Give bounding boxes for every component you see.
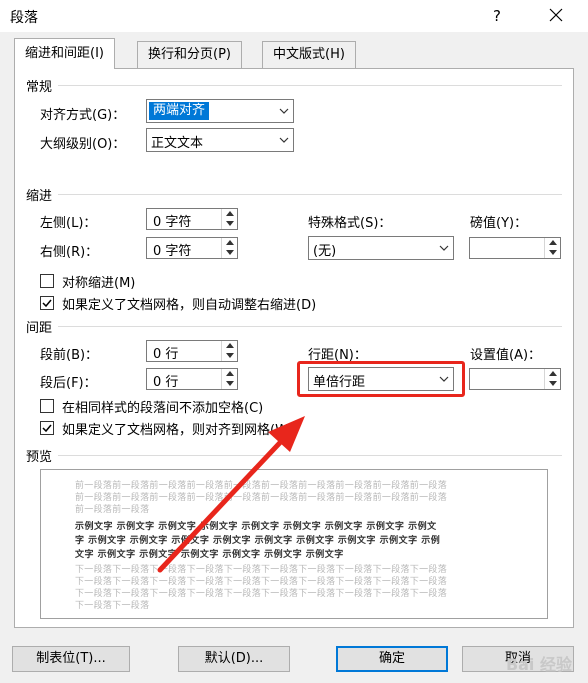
auto-adjust-indent-checkbox[interactable] [40,296,54,310]
space-before-down[interactable] [222,351,237,361]
preview-prev-line: 前一段落前一段落 [75,505,150,515]
outline-level-value: 正文文本 [151,136,204,151]
alignment-dropdown-arrow[interactable] [273,100,293,122]
tab-asian-typography[interactable]: 中文版式(H) [262,41,356,68]
indent-by-spinner[interactable] [469,237,561,259]
indent-right-value: 0 字符 [153,244,192,259]
arrow-up-icon [225,371,234,376]
indent-right-up[interactable] [222,238,237,248]
indent-by-up[interactable] [545,238,560,248]
special-format-dropdown-arrow[interactable] [433,237,453,259]
special-format-value: (无) [313,244,337,259]
outline-level-select[interactable]: 正文文本 [146,128,294,152]
space-after-up[interactable] [222,369,237,379]
arrow-down-icon [225,250,234,255]
line-spacing-at-spinner[interactable] [469,368,561,390]
line-spacing-at-down[interactable] [545,379,560,389]
set-default-button[interactable]: 默认(D)... [178,646,290,672]
indent-left-spinner[interactable]: 0 字符 [146,208,238,230]
indent-by-down[interactable] [545,248,560,258]
preview-section-title: 预览 [26,450,53,465]
special-format-select[interactable]: (无) [308,236,454,260]
alignment-value: 两端对齐 [149,102,210,120]
space-after-value: 0 行 [153,375,179,390]
preview-next-line: 下一段落下一段落下一段落下一段落下一段落下一段落下一段落下一段落下一段落下一段落 [75,589,448,599]
arrow-down-icon [548,250,557,255]
ok-button[interactable]: 确定 [336,646,448,672]
chevron-down-icon [439,245,448,251]
chevron-down-icon [279,108,288,114]
preview-next-line: 下一段落下一段落 [75,601,150,611]
indent-left-up[interactable] [222,209,237,219]
arrow-up-icon [548,240,557,245]
close-button[interactable] [538,2,574,30]
indent-divider [58,194,562,195]
preview-prev-line: 前一段落前一段落前一段落前一段落前一段落前一段落前一段落前一段落前一段落前一段落 [75,481,448,491]
indent-right-spinner[interactable]: 0 字符 [146,237,238,259]
line-spacing-highlight-box [297,361,465,397]
tabs-button[interactable]: 制表位(T)... [12,646,130,672]
arrow-down-icon [225,381,234,386]
indent-left-value: 0 字符 [153,215,192,230]
no-space-same-style-checkbox[interactable] [40,399,54,413]
chevron-down-icon [279,137,288,143]
space-after-down[interactable] [222,379,237,389]
spacing-divider [58,326,562,327]
checkmark-icon [42,424,52,433]
window-title: 段落 [10,10,38,26]
general-divider [58,85,562,86]
space-after-spinner[interactable]: 0 行 [146,368,238,390]
preview-next-line: 下一段落下一段落下一段落下一段落下一段落下一段落下一段落下一段落下一段落下一段落 [75,577,448,587]
space-before-spinner[interactable]: 0 行 [146,340,238,362]
tab-line-page-breaks[interactable]: 换行和分页(P) [137,41,242,68]
space-before-up[interactable] [222,341,237,351]
checkmark-icon [42,299,52,308]
space-before-value: 0 行 [153,347,179,362]
arrow-down-icon [225,221,234,226]
indent-right-label: 右侧(R)： [40,245,99,260]
mirror-indent-label: 对称缩进(M) [62,276,136,291]
arrow-up-icon [225,343,234,348]
general-section-title: 常规 [26,80,53,95]
spacing-section-title: 间距 [26,321,53,336]
preview-sample-line: 示例文字 示例文字 示例文字 示例文字 示例文字 示例文字 示例文字 示例文字 … [75,522,437,532]
arrow-up-icon [225,240,234,245]
alignment-label: 对齐方式(G)： [40,108,126,123]
watermark-logo: Bai 经验 [505,655,572,674]
snap-to-grid-checkbox[interactable] [40,421,54,435]
space-before-label: 段前(B)： [40,348,99,363]
auto-adjust-indent-label: 如果定义了文档网格，则自动调整右缩进(D) [62,298,317,313]
arrow-down-icon [548,381,557,386]
arrow-up-icon [548,371,557,376]
indent-by-label: 磅值(Y)： [470,216,528,231]
preview-box: 前一段落前一段落前一段落前一段落前一段落前一段落前一段落前一段落前一段落前一段落… [40,469,548,619]
preview-sample-line: 字 示例文字 示例文字 示例文字 示例文字 示例文字 示例文字 示例文字 示例文… [75,536,441,546]
mirror-indent-checkbox[interactable] [40,274,54,288]
close-icon [549,8,563,22]
indent-left-down[interactable] [222,219,237,229]
arrow-down-icon [225,353,234,358]
indent-section-title: 缩进 [26,189,53,204]
outline-level-label: 大纲级别(O)： [40,137,126,152]
space-after-label: 段后(F)： [40,376,97,391]
arrow-up-icon [225,211,234,216]
preview-prev-line: 前一段落前一段落前一段落前一段落前一段落前一段落前一段落前一段落前一段落前一段落 [75,493,448,503]
help-button[interactable]: ? [482,2,512,30]
alignment-select[interactable]: 两端对齐 [146,99,294,123]
line-spacing-at-label: 设置值(A)： [470,348,542,363]
preview-next-line: 下一段落下一段落下一段落下一段落下一段落下一段落下一段落下一段落下一段落下一段落 [75,565,448,575]
preview-sample-line: 文字 示例文字 示例文字 示例文字 示例文字 示例文字 示例文字 [75,550,344,560]
no-space-same-style-label: 在相同样式的段落间不添加空格(C) [62,401,264,416]
special-format-label: 特殊格式(S)： [308,216,392,231]
indent-right-down[interactable] [222,248,237,258]
preview-divider [58,455,562,456]
indent-left-label: 左侧(L)： [40,216,97,231]
outline-dropdown-arrow[interactable] [273,129,293,151]
snap-to-grid-label: 如果定义了文档网格，则对齐到网格(W) [62,423,293,438]
tab-indent-spacing[interactable]: 缩进和间距(I) [14,38,115,69]
line-spacing-at-up[interactable] [545,369,560,379]
